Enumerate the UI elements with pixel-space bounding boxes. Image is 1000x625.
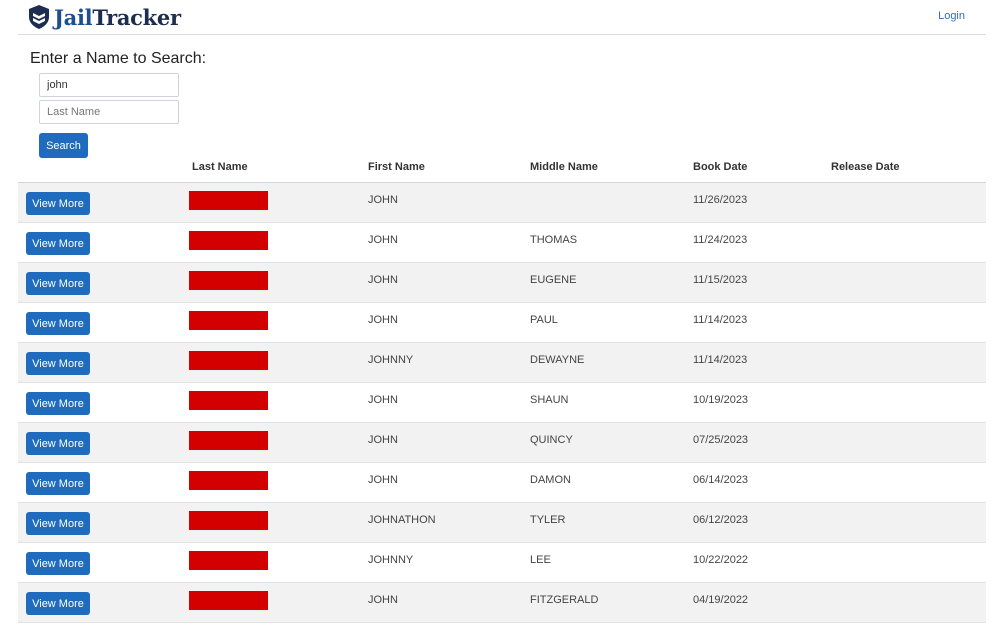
redacted-last-name (189, 351, 268, 370)
view-more-button[interactable]: View More (26, 352, 90, 375)
table-row: View More JOHN EUGENE 11/15/2023 (18, 263, 986, 303)
table-row: View More JOHN THOMAS 11/24/2023 (18, 223, 986, 263)
first-name-cell: JOHNATHON (368, 514, 436, 526)
top-navbar: JailTracker Login (18, 0, 986, 35)
book-date-cell: 10/19/2023 (693, 394, 749, 406)
book-date-cell: 11/14/2023 (693, 314, 748, 326)
shield-logo-icon (29, 5, 49, 29)
table-row: View More JOHNNY DEWAYNE 11/14/2023 (18, 343, 986, 383)
table-row: View More JOHN DAMON 06/14/2023 (18, 463, 986, 503)
view-more-button[interactable]: View More (26, 512, 90, 535)
table-row: View More JOHN PAUL 11/14/2023 (18, 303, 986, 343)
login-link[interactable]: Login (938, 10, 965, 22)
brand-name-part2: Tracker (92, 4, 181, 30)
table-row: View More JOHN FITZGERALD 04/19/2022 (18, 583, 986, 623)
book-date-cell: 11/14/2023 (693, 354, 748, 366)
middle-name-cell: DAMON (530, 474, 571, 486)
table-row: View More JOHN SHAUN 10/19/2023 (18, 383, 986, 423)
book-date-cell: 11/15/2023 (693, 274, 748, 286)
view-more-button[interactable]: View More (26, 552, 90, 575)
jailtracker-logo[interactable]: JailTracker (28, 3, 181, 31)
column-header-last-name: Last Name (192, 161, 248, 173)
middle-name-cell: LEE (530, 554, 551, 566)
first-name-cell: JOHN (368, 434, 398, 446)
table-row: View More JOHN 11/26/2023 (18, 183, 986, 223)
search-button[interactable]: Search (39, 133, 88, 158)
column-header-first-name: First Name (368, 161, 425, 173)
column-header-release-date: Release Date (831, 161, 900, 173)
view-more-button[interactable]: View More (26, 592, 90, 615)
view-more-button[interactable]: View More (26, 192, 90, 215)
first-name-cell: JOHN (368, 194, 398, 206)
redacted-last-name (189, 231, 268, 250)
middle-name-cell: TYLER (530, 514, 566, 526)
middle-name-cell: DEWAYNE (530, 354, 585, 366)
book-date-cell: 10/22/2022 (693, 554, 749, 566)
results-table-body: View More JOHN 11/26/2023 View More JOHN THOM… (18, 183, 986, 623)
view-more-button[interactable]: View More (26, 432, 90, 455)
redacted-last-name (189, 551, 268, 570)
redacted-last-name (189, 471, 268, 490)
redacted-last-name (189, 391, 268, 410)
last-name-input[interactable] (39, 100, 179, 124)
first-name-cell: JOHN (368, 394, 398, 406)
first-name-cell: JOHN (368, 314, 398, 326)
search-heading: Enter a Name to Search: (30, 50, 207, 67)
column-header-book-date: Book Date (693, 161, 748, 173)
redacted-last-name (189, 431, 268, 450)
redacted-last-name (189, 511, 268, 530)
table-row: View More JOHNATHON TYLER 06/12/2023 (18, 503, 986, 543)
middle-name-cell: FITZGERALD (530, 594, 599, 606)
middle-name-cell: SHAUN (530, 394, 569, 406)
table-row: View More JOHN QUINCY 07/25/2023 (18, 423, 986, 463)
view-more-button[interactable]: View More (26, 392, 90, 415)
first-name-cell: JOHNNY (368, 554, 414, 566)
view-more-button[interactable]: View More (26, 232, 90, 255)
view-more-button[interactable]: View More (26, 472, 90, 495)
middle-name-cell: PAUL (530, 314, 558, 326)
first-name-cell: JOHN (368, 274, 398, 286)
redacted-last-name (189, 591, 268, 610)
book-date-cell: 11/24/2023 (693, 234, 748, 246)
table-row: View More JOHNNY LEE 10/22/2022 (18, 543, 986, 583)
view-more-button[interactable]: View More (26, 272, 90, 295)
brand-name: JailTracker (54, 5, 181, 30)
middle-name-cell: THOMAS (530, 234, 578, 246)
redacted-last-name (189, 311, 268, 330)
redacted-last-name (189, 271, 268, 290)
first-name-cell: JOHN (368, 594, 398, 606)
book-date-cell: 07/25/2023 (693, 434, 749, 446)
first-name-cell: JOHN (368, 234, 398, 246)
results-table-header: Last Name First Name Middle Name Book Da… (18, 158, 986, 183)
first-name-cell: JOHN (368, 474, 398, 486)
first-name-input[interactable] (39, 73, 179, 97)
column-header-middle-name: Middle Name (530, 161, 598, 173)
redacted-last-name (189, 191, 268, 210)
first-name-cell: JOHNNY (368, 354, 414, 366)
middle-name-cell: EUGENE (530, 274, 577, 286)
middle-name-cell: QUINCY (530, 434, 573, 446)
book-date-cell: 06/14/2023 (693, 474, 749, 486)
book-date-cell: 11/26/2023 (693, 194, 748, 206)
book-date-cell: 04/19/2022 (693, 594, 749, 606)
view-more-button[interactable]: View More (26, 312, 90, 335)
book-date-cell: 06/12/2023 (693, 514, 749, 526)
brand-name-part1: Jail (54, 4, 93, 30)
